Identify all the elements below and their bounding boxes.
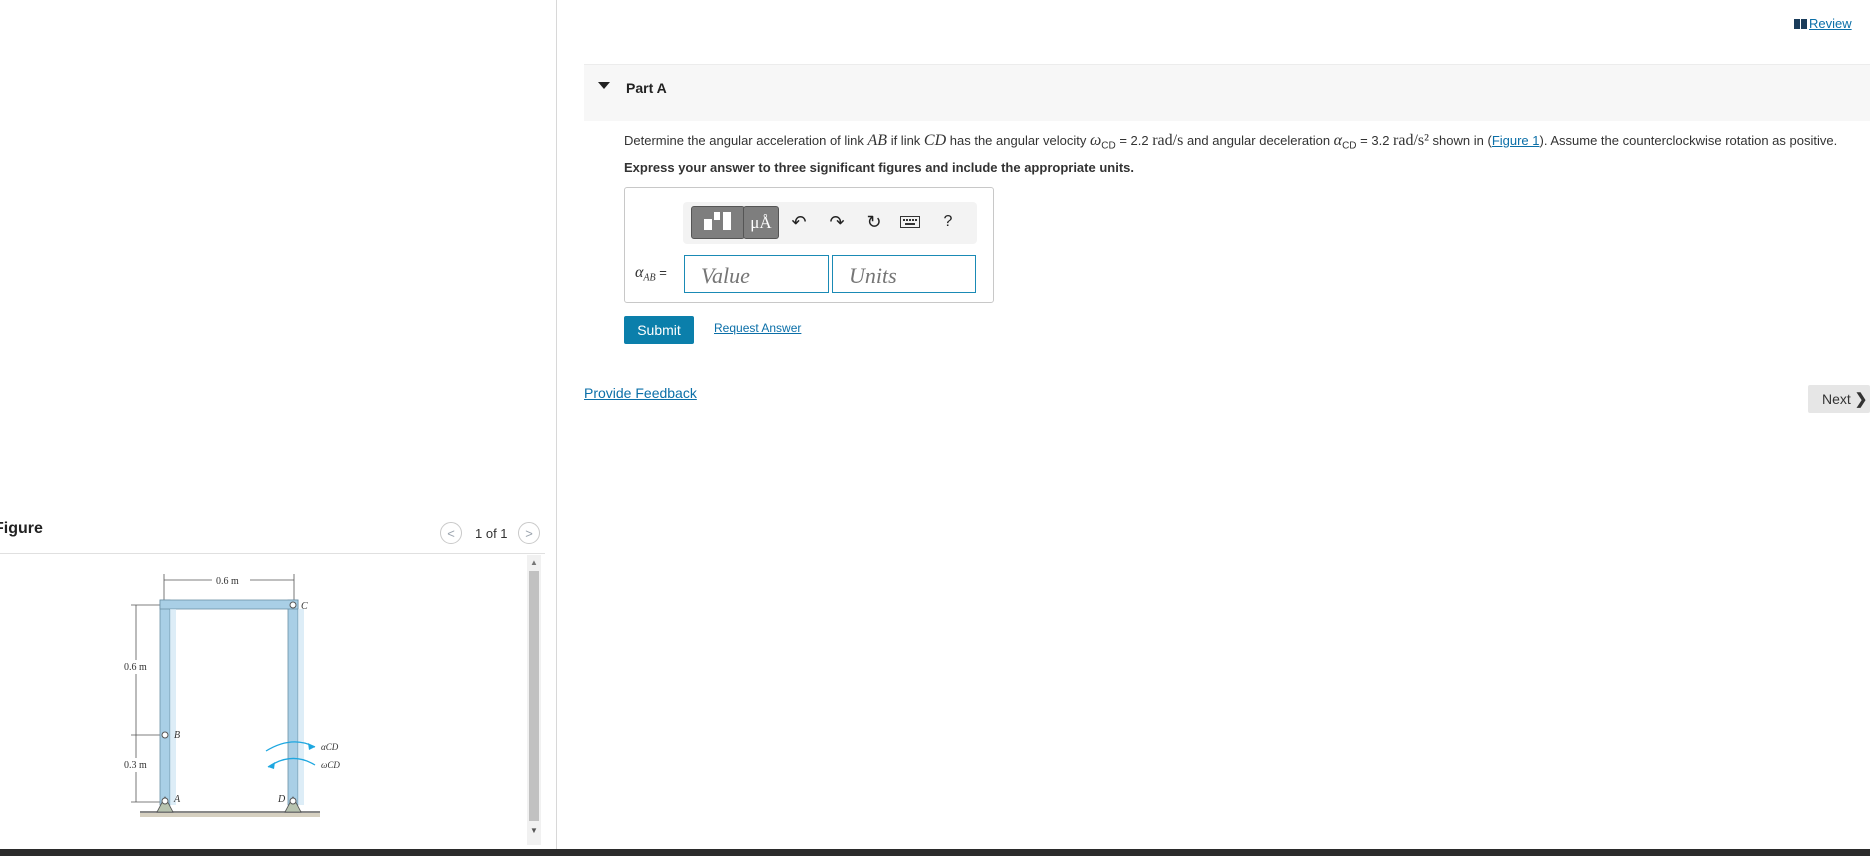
- next-button[interactable]: Next ❯: [1808, 385, 1870, 413]
- caret-down-icon[interactable]: [598, 82, 610, 89]
- linkage-diagram: 0.6 m 0.6 m 0.3 m A B C D αCD ωCD: [120, 574, 340, 817]
- request-answer-link[interactable]: Request Answer: [714, 321, 801, 335]
- value-input[interactable]: [684, 255, 829, 293]
- figure-title: Figure: [0, 520, 43, 537]
- question-text: Determine the angular acceleration of li…: [624, 132, 1838, 152]
- chevron-right-icon: ❯: [1854, 391, 1868, 408]
- previous-figure-button[interactable]: <: [440, 522, 462, 544]
- alpha-cd-label: αCD: [321, 742, 339, 752]
- point-b-label: B: [174, 730, 180, 741]
- point-a-label: A: [173, 794, 181, 805]
- scroll-up-arrow-icon[interactable]: ▲: [530, 558, 538, 567]
- dimension-upper-height-label: 0.6 m: [124, 662, 147, 673]
- redo-icon[interactable]: ↷: [823, 208, 851, 236]
- dimension-width-label: 0.6 m: [216, 576, 239, 587]
- reset-icon[interactable]: ↻: [860, 208, 888, 236]
- provide-feedback-link[interactable]: Provide Feedback: [584, 385, 697, 401]
- chevron-left-icon: <: [447, 525, 455, 541]
- point-c-label: C: [301, 601, 308, 612]
- scroll-down-arrow-icon[interactable]: ▼: [530, 826, 538, 835]
- next-label: Next: [1822, 391, 1851, 407]
- figure-separator: [0, 553, 545, 554]
- dimension-lower-height-label: 0.3 m: [124, 760, 147, 771]
- undo-icon[interactable]: ↶: [785, 208, 813, 236]
- keyboard-button[interactable]: [896, 208, 924, 236]
- point-d-label: D: [277, 794, 286, 805]
- help-button[interactable]: ?: [934, 208, 962, 236]
- panel-divider: [556, 0, 557, 849]
- answer-label: αAB =: [635, 264, 667, 284]
- figure-pager: 1 of 1: [475, 526, 508, 541]
- part-a-header[interactable]: [584, 64, 1870, 121]
- templates-button[interactable]: [691, 206, 745, 239]
- figure-1-link[interactable]: Figure 1: [1492, 133, 1540, 148]
- submit-button[interactable]: Submit: [624, 316, 694, 344]
- answer-instruction: Express your answer to three significant…: [624, 160, 1134, 175]
- units-button[interactable]: μÅ: [743, 206, 779, 239]
- part-title: Part A: [626, 80, 667, 96]
- bottom-bar: [0, 849, 1870, 856]
- units-input[interactable]: [832, 255, 976, 293]
- chevron-right-icon: >: [525, 525, 533, 541]
- keyboard-icon: [900, 216, 920, 228]
- scrollbar-thumb[interactable]: [529, 571, 539, 821]
- templates-icon: [704, 212, 731, 230]
- next-figure-button[interactable]: >: [518, 522, 540, 544]
- omega-cd-label: ωCD: [321, 760, 340, 770]
- review-link[interactable]: Review: [1795, 16, 1852, 31]
